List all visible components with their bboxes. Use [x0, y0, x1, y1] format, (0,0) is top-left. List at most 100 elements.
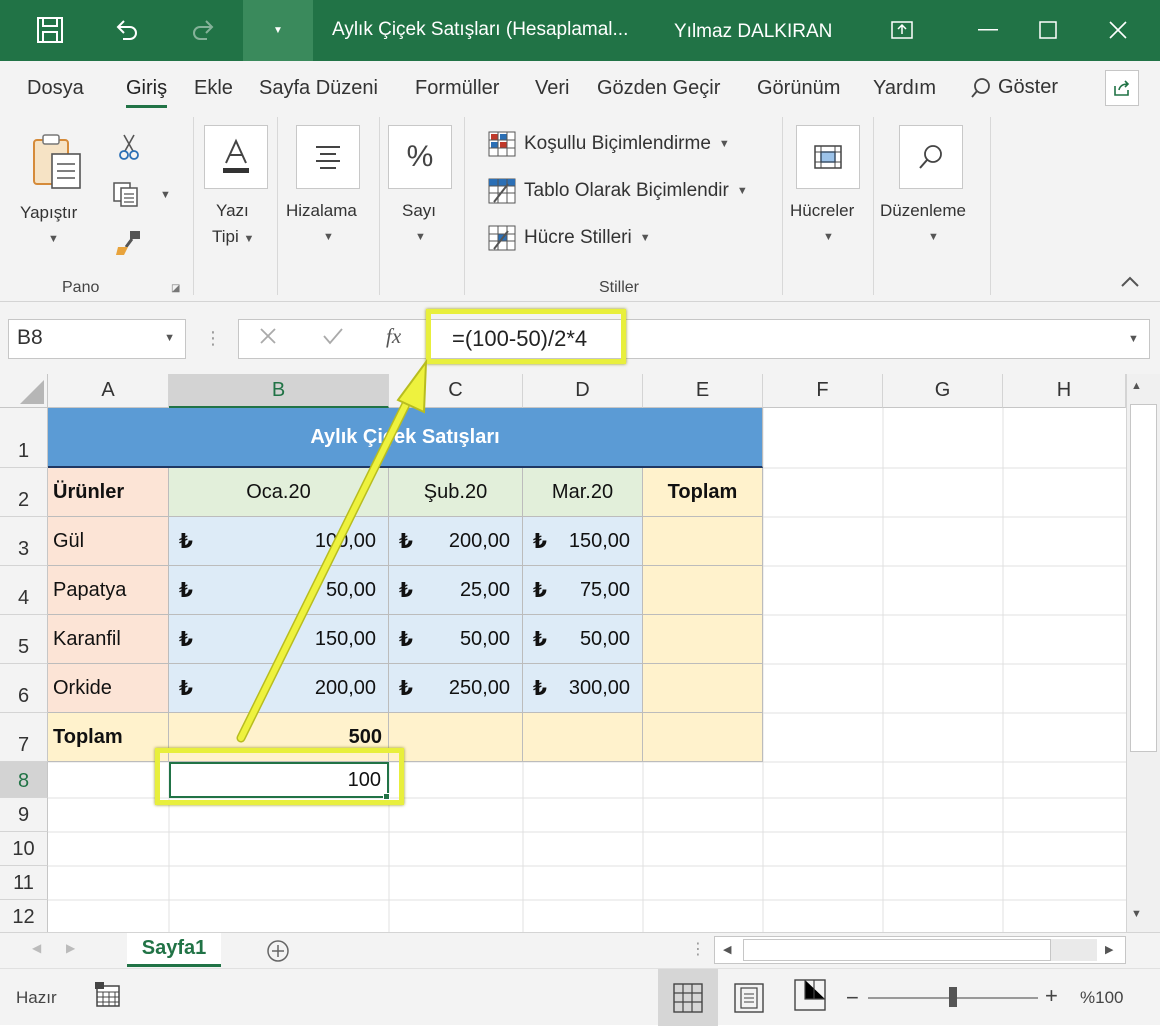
- value-cell[interactable]: ₺ 25,00: [389, 566, 523, 615]
- tab-formuller[interactable]: Formüller: [415, 77, 499, 100]
- cell-styles-button[interactable]: Hücre Stilleri ▼: [488, 225, 651, 251]
- next-sheet-icon[interactable]: ▶: [66, 941, 75, 955]
- page-break-view-icon[interactable]: [794, 979, 826, 1016]
- scroll-left-icon[interactable]: ◀: [723, 943, 731, 956]
- product-name[interactable]: Papatya: [48, 566, 169, 615]
- row-header[interactable]: 5: [0, 615, 48, 664]
- value-cell[interactable]: ₺ 200,00: [389, 517, 523, 566]
- maximize-icon[interactable]: [1026, 14, 1070, 46]
- paste-dropdown-icon[interactable]: ▼: [48, 233, 59, 245]
- format-painter-icon[interactable]: [114, 227, 144, 262]
- zoom-slider-thumb[interactable]: [949, 987, 957, 1007]
- row-header[interactable]: 9: [0, 798, 48, 832]
- tab-veri[interactable]: Veri: [535, 77, 569, 100]
- row-header[interactable]: 12: [0, 900, 48, 932]
- product-name[interactable]: Orkide: [48, 664, 169, 713]
- tab-ekle[interactable]: Ekle: [194, 77, 233, 100]
- prev-sheet-icon[interactable]: ◀: [32, 941, 41, 955]
- page-layout-view-icon[interactable]: [734, 983, 764, 1018]
- value-cell[interactable]: ₺ 300,00: [523, 664, 643, 713]
- row-header[interactable]: 4: [0, 566, 48, 615]
- save-icon[interactable]: [30, 12, 70, 48]
- column-header-c[interactable]: C: [389, 374, 523, 408]
- total-cell[interactable]: [389, 713, 523, 762]
- conditional-formatting-button[interactable]: Koşullu Biçimlendirme ▼: [488, 131, 730, 157]
- number-dropdown-icon[interactable]: ▼: [415, 231, 426, 243]
- product-name[interactable]: Gül: [48, 517, 169, 566]
- split-handle-icon[interactable]: ⋮: [690, 939, 706, 959]
- zoom-level[interactable]: %100: [1080, 988, 1123, 1008]
- name-box[interactable]: B8 ▼: [8, 319, 186, 359]
- product-name[interactable]: Karanfil: [48, 615, 169, 664]
- header-month[interactable]: Oca.20: [169, 468, 389, 517]
- vertical-scrollbar[interactable]: ▲ ▼: [1126, 374, 1160, 932]
- tell-me-search[interactable]: Göster: [970, 76, 1058, 99]
- value-cell[interactable]: ₺ 100,00: [169, 517, 389, 566]
- row-total-cell[interactable]: [643, 517, 763, 566]
- column-header-e[interactable]: E: [643, 374, 763, 408]
- number-format-icon[interactable]: %: [388, 125, 452, 189]
- row-header[interactable]: 2: [0, 468, 48, 517]
- header-month[interactable]: Mar.20: [523, 468, 643, 517]
- value-cell[interactable]: ₺ 150,00: [523, 517, 643, 566]
- header-total[interactable]: Toplam: [643, 468, 763, 517]
- value-cell[interactable]: ₺ 50,00: [169, 566, 389, 615]
- row-header[interactable]: 6: [0, 664, 48, 713]
- tab-giris[interactable]: Giriş: [126, 77, 168, 108]
- share-button[interactable]: [1105, 70, 1139, 106]
- row-header-selected[interactable]: 8: [0, 762, 48, 798]
- collapse-ribbon-icon[interactable]: [1120, 275, 1140, 294]
- column-header-g[interactable]: G: [883, 374, 1003, 408]
- column-header-f[interactable]: F: [763, 374, 883, 408]
- scroll-down-icon[interactable]: ▼: [1131, 908, 1142, 920]
- horizontal-scroll-thumb[interactable]: [743, 939, 1051, 961]
- dialog-launcher-icon[interactable]: ◪: [171, 283, 180, 294]
- value-cell[interactable]: ₺ 50,00: [389, 615, 523, 664]
- format-as-table-button[interactable]: Tablo Olarak Biçimlendir ▼: [488, 178, 748, 204]
- total-label[interactable]: Toplam: [48, 713, 169, 762]
- tab-gorunum[interactable]: Görünüm: [757, 77, 840, 100]
- row-header[interactable]: 11: [0, 866, 48, 900]
- row-header[interactable]: 3: [0, 517, 48, 566]
- tab-gozden-gecir[interactable]: Gözden Geçir: [597, 77, 720, 100]
- total-cell[interactable]: [643, 713, 763, 762]
- alignment-dropdown-icon[interactable]: ▼: [323, 231, 334, 243]
- value-cell[interactable]: ₺ 200,00: [169, 664, 389, 713]
- alignment-button-icon[interactable]: [296, 125, 360, 189]
- row-header[interactable]: 1: [0, 408, 48, 468]
- editing-dropdown-icon[interactable]: ▼: [928, 231, 939, 243]
- select-all-button[interactable]: [0, 374, 48, 408]
- value-cell[interactable]: ₺ 50,00: [523, 615, 643, 664]
- minimize-icon[interactable]: [966, 14, 1010, 46]
- editing-button-icon[interactable]: [899, 125, 963, 189]
- close-icon[interactable]: [1096, 14, 1140, 46]
- zoom-in-icon[interactable]: +: [1045, 983, 1058, 1009]
- value-cell[interactable]: ₺ 75,00: [523, 566, 643, 615]
- header-month[interactable]: Şub.20: [389, 468, 523, 517]
- column-header-h[interactable]: H: [1003, 374, 1126, 408]
- tab-dosya[interactable]: Dosya: [27, 77, 84, 100]
- scroll-right-icon[interactable]: ▶: [1105, 943, 1113, 956]
- normal-view-button[interactable]: [658, 969, 718, 1026]
- cancel-icon[interactable]: [258, 326, 278, 351]
- copy-icon[interactable]: [112, 181, 140, 212]
- formula-input[interactable]: [238, 319, 1150, 359]
- insert-function-icon[interactable]: fx: [386, 324, 401, 349]
- row-header[interactable]: 7: [0, 713, 48, 762]
- column-header-d[interactable]: D: [523, 374, 643, 408]
- cut-icon[interactable]: [118, 133, 140, 166]
- column-header-a[interactable]: A: [48, 374, 169, 408]
- row-total-cell[interactable]: [643, 615, 763, 664]
- macro-recording-icon[interactable]: [94, 981, 122, 1014]
- sheet-tab-sayfa1[interactable]: Sayfa1: [127, 933, 221, 967]
- header-products[interactable]: Ürünler: [48, 468, 169, 517]
- expand-formula-bar-icon[interactable]: ▼: [1128, 333, 1139, 345]
- cells-dropdown-icon[interactable]: ▼: [823, 231, 834, 243]
- row-total-cell[interactable]: [643, 566, 763, 615]
- zoom-out-icon[interactable]: −: [846, 985, 859, 1011]
- value-cell[interactable]: ₺ 150,00: [169, 615, 389, 664]
- copy-dropdown-icon[interactable]: ▼: [160, 189, 171, 201]
- horizontal-scrollbar[interactable]: ◀ ▶: [714, 936, 1126, 964]
- total-cell[interactable]: [523, 713, 643, 762]
- undo-icon[interactable]: [106, 12, 146, 48]
